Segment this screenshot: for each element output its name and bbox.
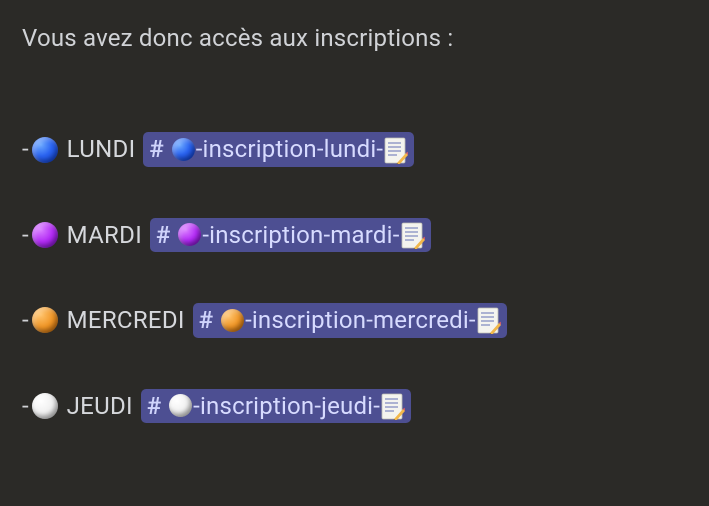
channel-text: -inscription-jeudi-	[193, 390, 380, 422]
channel-text: -inscription-mercredi-	[245, 304, 476, 336]
channel-mention-mercredi[interactable]: # -inscription-mercredi-	[193, 303, 507, 337]
dash-text: -	[22, 304, 29, 336]
memo-icon	[401, 221, 425, 249]
day-line-lundi: - LUNDI # -inscription-lundi-	[22, 132, 687, 166]
channel-text: -inscription-lundi-	[196, 133, 384, 165]
intro-text: Vous avez donc accès aux inscriptions :	[22, 22, 687, 54]
dash-text: -	[22, 133, 29, 165]
day-line-mardi: - MARDI # -inscription-mardi-	[22, 218, 687, 252]
purple-circle-icon	[178, 223, 201, 246]
day-label: JEUDI	[67, 390, 133, 422]
day-line-mercredi: - MERCREDI # -inscription-mercredi-	[22, 303, 687, 337]
channel-text: -inscription-mardi-	[202, 219, 399, 251]
day-label: MERCREDI	[67, 304, 185, 336]
purple-circle-icon	[32, 222, 58, 248]
white-circle-icon	[169, 394, 192, 417]
orange-circle-icon	[221, 309, 244, 332]
memo-icon	[477, 306, 501, 334]
memo-icon	[381, 392, 405, 420]
message-block: Vous avez donc accès aux inscriptions : …	[0, 0, 709, 445]
dash-text: -	[22, 219, 29, 251]
orange-circle-icon	[32, 307, 58, 333]
white-circle-icon	[32, 393, 58, 419]
memo-icon	[384, 136, 408, 164]
dash-text: -	[22, 390, 29, 422]
hash-icon: #	[149, 133, 163, 165]
channel-mention-lundi[interactable]: # -inscription-lundi-	[143, 132, 414, 166]
day-label: LUNDI	[67, 133, 136, 165]
hash-icon: #	[147, 390, 161, 422]
blue-circle-icon	[172, 138, 195, 161]
hash-icon: #	[156, 219, 170, 251]
channel-mention-jeudi[interactable]: # -inscription-jeudi-	[141, 389, 411, 423]
day-line-jeudi: - JEUDI # -inscription-jeudi-	[22, 389, 687, 423]
channel-mention-mardi[interactable]: # -inscription-mardi-	[150, 218, 431, 252]
blue-circle-icon	[32, 137, 58, 163]
hash-icon: #	[199, 304, 213, 336]
day-label: MARDI	[67, 219, 142, 251]
